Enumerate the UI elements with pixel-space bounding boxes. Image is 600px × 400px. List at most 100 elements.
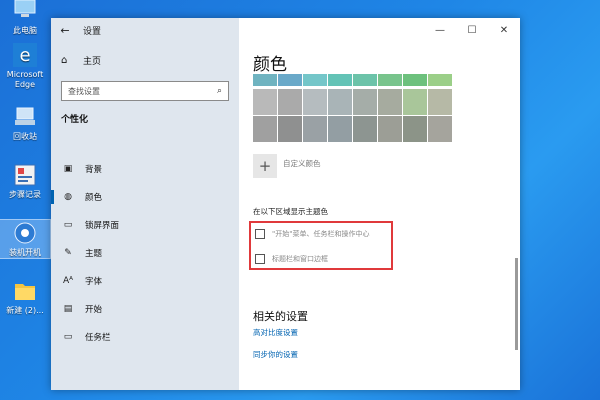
close-button[interactable]: ✕: [488, 18, 520, 42]
window-title: 设置: [83, 26, 102, 37]
color-swatch[interactable]: [253, 74, 277, 86]
high-contrast-link[interactable]: 高对比度设置: [253, 327, 298, 338]
sidebar-item-label: 颜色: [85, 193, 103, 203]
desktop-icon-label: 新建 (2)...: [6, 306, 44, 315]
color-swatch[interactable]: [278, 74, 302, 86]
color-swatch[interactable]: [328, 89, 352, 115]
checkbox-titlebar[interactable]: 标题栏和窗口边框: [255, 254, 328, 264]
checkbox[interactable]: [255, 229, 265, 239]
color-swatch[interactable]: [428, 89, 452, 115]
settings-sidebar: ⌂ 主页 查找设置 ⌕ 个性化 ▣ 背景 ◍ 颜色 ▭ 锁屏界面 ✎ 主题 Aᴬ…: [51, 18, 239, 390]
nav-home[interactable]: ⌂ 主页: [61, 54, 101, 67]
color-swatch[interactable]: [403, 74, 427, 86]
sidebar-item-label: 字体: [85, 277, 103, 287]
minimize-button[interactable]: —: [424, 18, 456, 42]
color-swatch[interactable]: [378, 116, 402, 142]
edge-browser-icon: e: [13, 43, 37, 67]
sidebar-item-label: 开始: [85, 305, 103, 315]
folder-icon: [15, 284, 35, 300]
page-title: 颜色: [253, 55, 287, 75]
color-swatch[interactable]: [403, 116, 427, 142]
lock-screen-icon: ▭: [63, 220, 73, 230]
custom-color-button[interactable]: + 自定义颜色: [253, 154, 321, 178]
steps-recorder-desktop-icon[interactable]: 步骤记录: [0, 162, 50, 200]
checkbox-label: 标题栏和窗口边框: [272, 255, 328, 263]
sidebar-item-label: 锁屏界面: [85, 221, 120, 231]
color-swatch[interactable]: [253, 116, 277, 142]
steps-recorder-icon: [14, 164, 36, 186]
app-shortcut-icon: [14, 222, 36, 244]
taskbar-icon: ▭: [63, 332, 73, 342]
computer-icon: [14, 0, 36, 17]
checkbox-start-taskbar[interactable]: "开始"菜单、任务栏和操作中心: [255, 229, 369, 239]
nav-home-label: 主页: [83, 57, 102, 67]
title-bar: ← 设置 — ☐ ✕: [51, 18, 520, 42]
color-swatch[interactable]: [353, 89, 377, 115]
checkbox[interactable]: [255, 254, 265, 264]
swatch-row: [253, 74, 453, 87]
home-icon: ⌂: [61, 55, 68, 66]
scrollbar[interactable]: [515, 258, 518, 350]
background-icon: ▣: [63, 164, 73, 174]
swatch-row: [253, 116, 453, 143]
custom-color-label: 自定义颜色: [283, 158, 321, 168]
search-input[interactable]: 查找设置 ⌕: [61, 81, 229, 101]
sidebar-item-lock-screen[interactable]: ▭ 锁屏界面: [51, 212, 239, 238]
settings-content: 颜色 + 自定义颜色 在以下区域显示主题色 "开始"菜单、任务栏和操作中心 标题…: [239, 18, 520, 390]
recycle-bin-icon: [15, 107, 35, 125]
section-title: 个性化: [61, 115, 89, 125]
color-swatch[interactable]: [278, 89, 302, 115]
color-swatch[interactable]: [278, 116, 302, 142]
folder-desktop-icon[interactable]: 新建 (2)...: [0, 278, 50, 316]
color-swatch[interactable]: [353, 74, 377, 86]
start-icon: ▤: [63, 304, 73, 314]
sidebar-item-colors[interactable]: ◍ 颜色: [51, 184, 239, 210]
checkbox-label: "开始"菜单、任务栏和操作中心: [272, 230, 370, 238]
themes-icon: ✎: [64, 248, 72, 258]
color-swatch[interactable]: [328, 74, 352, 86]
sync-settings-link[interactable]: 同步你的设置: [253, 349, 298, 360]
back-button[interactable]: ←: [51, 18, 79, 42]
color-swatch[interactable]: [303, 116, 327, 142]
search-placeholder: 查找设置: [68, 86, 100, 96]
app-desktop-icon[interactable]: 装机开机: [0, 219, 51, 259]
color-swatch[interactable]: [403, 89, 427, 115]
color-swatch[interactable]: [253, 89, 277, 115]
sidebar-item-background[interactable]: ▣ 背景: [51, 156, 239, 182]
color-swatch[interactable]: [303, 89, 327, 115]
sidebar-item-themes[interactable]: ✎ 主题: [51, 240, 239, 266]
sidebar-item-taskbar[interactable]: ▭ 任务栏: [51, 324, 239, 350]
show-accent-heading: 在以下区域显示主题色: [253, 207, 328, 216]
maximize-button[interactable]: ☐: [456, 18, 488, 42]
svg-text:e: e: [19, 45, 30, 66]
color-swatch[interactable]: [378, 74, 402, 86]
recycle-bin-desktop-icon[interactable]: 回收站: [0, 104, 50, 142]
sidebar-item-label: 背景: [85, 165, 103, 175]
color-swatch[interactable]: [328, 116, 352, 142]
palette-icon: ◍: [64, 192, 72, 202]
swatch-row: [253, 89, 453, 116]
desktop-icon-label: 此电脑: [13, 26, 37, 35]
search-icon[interactable]: ⌕: [217, 86, 222, 96]
color-swatch[interactable]: [303, 74, 327, 86]
color-swatch-grid: [253, 74, 453, 143]
color-swatch[interactable]: [428, 116, 452, 142]
color-swatch[interactable]: [353, 116, 377, 142]
sidebar-item-fonts[interactable]: Aᴬ 字体: [51, 268, 239, 294]
sidebar-item-label: 任务栏: [85, 333, 111, 343]
window-controls: — ☐ ✕: [424, 18, 520, 42]
related-settings-heading: 相关的设置: [253, 310, 308, 323]
color-swatch[interactable]: [428, 74, 452, 86]
sidebar-item-start[interactable]: ▤ 开始: [51, 296, 239, 322]
desktop-icon-label: 回收站: [13, 132, 37, 141]
sidebar-item-label: 主题: [85, 249, 103, 259]
plus-icon: +: [253, 154, 277, 178]
edge-desktop-icon[interactable]: e Microsoft Edge: [0, 42, 50, 90]
this-pc-desktop-icon[interactable]: 此电脑: [0, 0, 50, 36]
color-swatch[interactable]: [378, 89, 402, 115]
fonts-icon: Aᴬ: [62, 276, 74, 286]
settings-window: ⌂ 主页 查找设置 ⌕ 个性化 ▣ 背景 ◍ 颜色 ▭ 锁屏界面 ✎ 主题 Aᴬ…: [51, 18, 520, 390]
desktop-icon-label: 步骤记录: [9, 190, 41, 199]
desktop-icon-label: Microsoft Edge: [6, 70, 44, 89]
desktop-icon-label: 装机开机: [9, 248, 41, 257]
